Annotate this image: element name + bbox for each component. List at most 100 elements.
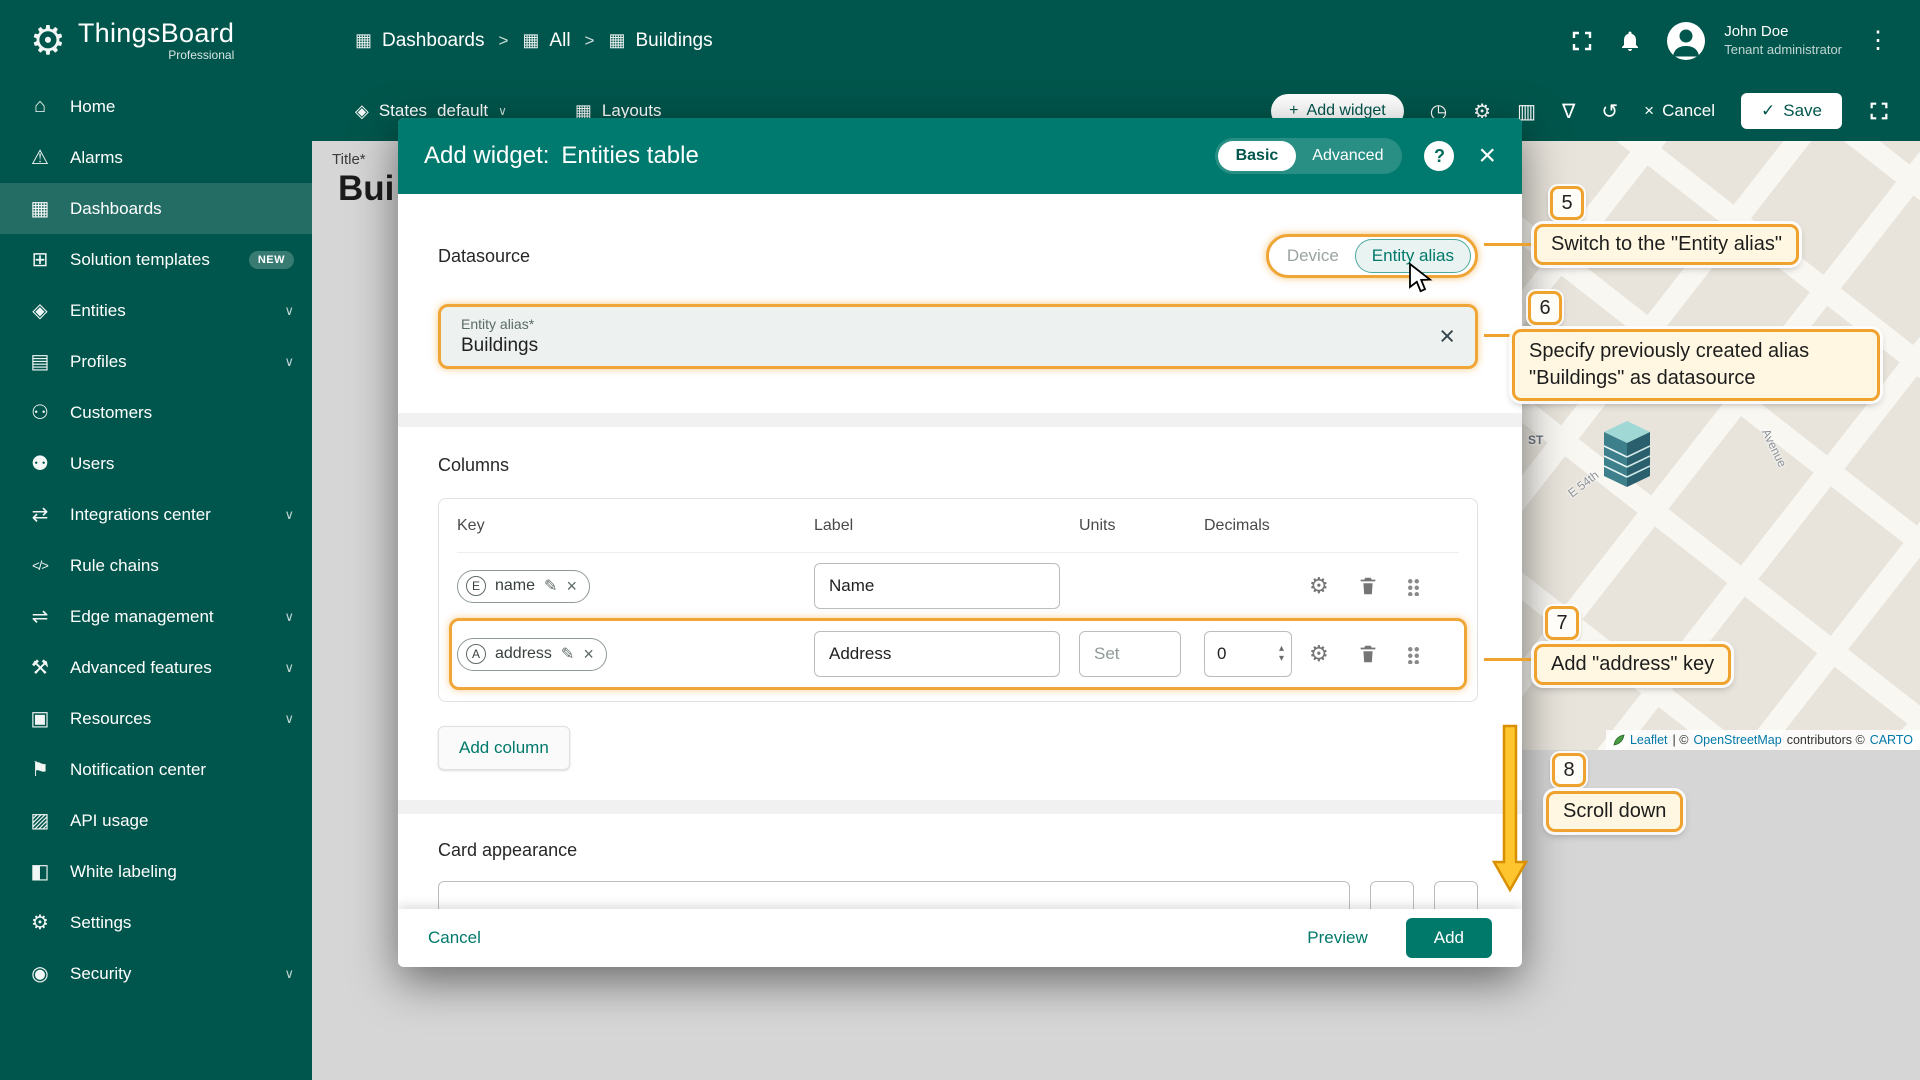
attribution-text: contributors © <box>1786 733 1865 747</box>
sidebar-item-home[interactable]: ⌂ Home <box>0 81 312 132</box>
chevron-down-icon: ∨ <box>284 608 294 624</box>
attribute-type-icon: A <box>466 644 486 664</box>
street-label: ST <box>1528 433 1544 447</box>
units-input[interactable] <box>1079 631 1181 677</box>
spinner-down-icon[interactable]: ▾ <box>1279 654 1284 664</box>
filters-button[interactable]: ∇ <box>1562 99 1575 124</box>
dialog-cancel-button[interactable]: Cancel <box>428 928 481 948</box>
leaflet-link[interactable]: Leaflet <box>1630 733 1668 747</box>
sidebar-item-label: Solution templates <box>70 249 210 269</box>
breadcrumb-buildings[interactable]: ▦ Buildings <box>608 30 712 52</box>
edit-pencil-icon[interactable]: ✎ <box>544 576 557 596</box>
delete-column-button[interactable] <box>1357 575 1379 597</box>
remove-key-icon[interactable]: × <box>566 576 577 597</box>
sidebar-item-white-labeling[interactable]: ◧ White labeling <box>0 846 312 897</box>
attribution-text: | © <box>1672 733 1689 747</box>
edit-pencil-icon[interactable]: ✎ <box>561 644 574 664</box>
cancel-edit-button[interactable]: × Cancel <box>1644 101 1715 121</box>
sidebar-item-integrations-center[interactable]: ⇄ Integrations center ∨ <box>0 489 312 540</box>
osm-link[interactable]: OpenStreetMap <box>1693 733 1781 747</box>
key-chip-name[interactable]: E name ✎ × <box>457 569 590 603</box>
label-input[interactable] <box>814 563 1060 609</box>
trash-icon <box>1360 645 1376 663</box>
column-header-label: Label <box>814 516 854 534</box>
delete-column-button[interactable] <box>1357 643 1379 665</box>
leaflet-logo-icon <box>1613 734 1625 746</box>
user-avatar[interactable] <box>1666 21 1706 61</box>
label-input[interactable] <box>814 631 1060 677</box>
dashboards-icon: ▦ <box>30 198 50 220</box>
device-toggle-button[interactable]: Device <box>1273 240 1353 272</box>
remove-key-icon[interactable]: × <box>583 644 594 665</box>
carto-link[interactable]: CARTO <box>1870 733 1913 747</box>
column-settings-button[interactable]: ⚙ <box>1309 573 1329 599</box>
users-icon: ⚉ <box>31 453 49 475</box>
home-icon: ⌂ <box>33 95 47 117</box>
notifications-button[interactable] <box>1618 29 1642 53</box>
help-button[interactable]: ? <box>1424 141 1455 171</box>
save-dashboard-button[interactable]: ✓ Save <box>1741 93 1842 129</box>
preview-button[interactable]: Preview <box>1307 928 1367 948</box>
annotation-badge-7: 7 <box>1545 606 1579 640</box>
white-labeling-icon: ◧ <box>30 861 50 883</box>
app-logo[interactable]: ⚙ ThingsBoard Professional <box>0 0 312 81</box>
integrations-icon: ⇄ <box>31 504 49 526</box>
top-header: ▦ Dashboards > ▦ All > ▦ Buildings John … <box>312 0 1920 81</box>
add-column-button[interactable]: Add column <box>438 726 570 770</box>
key-chip-address[interactable]: A address ✎ × <box>457 637 607 671</box>
sidebar-item-users[interactable]: ⚉ Users <box>0 438 312 489</box>
clear-alias-button[interactable]: × <box>1439 323 1455 350</box>
entity-alias-field[interactable]: Entity alias* Buildings × <box>438 304 1478 369</box>
sidebar-item-customers[interactable]: ⚇ Customers <box>0 387 312 438</box>
sidebar-item-label: Customers <box>70 402 153 422</box>
sidebar-item-rule-chains[interactable]: </> Rule chains <box>0 540 312 591</box>
fullscreen-button[interactable] <box>1570 29 1594 53</box>
version-history-button[interactable]: ↺ <box>1601 99 1618 124</box>
sidebar-item-resources[interactable]: ▣ Resources ∨ <box>0 693 312 744</box>
card-appearance-heading: Card appearance <box>438 840 578 860</box>
sidebar-item-entities[interactable]: ◈ Entities ∨ <box>0 285 312 336</box>
drag-handle[interactable] <box>1406 576 1420 596</box>
edge-management-icon: ⇌ <box>31 606 49 628</box>
sidebar-item-alarms[interactable]: ⚠ Alarms <box>0 132 312 183</box>
dashboard-title-input[interactable]: Bui <box>338 169 394 209</box>
advanced-mode-button[interactable]: Advanced <box>1296 141 1399 171</box>
column-header-key: Key <box>457 516 485 534</box>
drag-handle[interactable] <box>1406 644 1420 664</box>
toolbar-fullscreen-button[interactable] <box>1868 100 1890 122</box>
sidebar-item-dashboards[interactable]: ▦ Dashboards <box>0 183 312 234</box>
breadcrumb-separator: > <box>584 30 595 50</box>
sidebar-item-notification-center[interactable]: ⚑ Notification center <box>0 744 312 795</box>
column-settings-button[interactable]: ⚙ <box>1309 641 1329 667</box>
rule-chains-icon: </> <box>32 558 49 573</box>
sidebar-item-edge-management[interactable]: ⇌ Edge management ∨ <box>0 591 312 642</box>
more-menu-button[interactable]: ⋮ <box>1866 26 1890 55</box>
dialog-title: Add widget: Entities table <box>424 142 699 170</box>
annotation-badge-5: 5 <box>1550 186 1584 220</box>
avatar-icon <box>1667 21 1706 60</box>
sidebar-item-api-usage[interactable]: ▨ API usage <box>0 795 312 846</box>
chevron-down-icon: ∨ <box>284 353 294 369</box>
add-button[interactable]: Add <box>1405 918 1492 958</box>
sidebar-item-security[interactable]: ◉ Security ∨ <box>0 948 312 999</box>
card-color-button[interactable] <box>1434 881 1478 909</box>
decimals-stepper[interactable]: 0 ▴ ▾ <box>1204 631 1292 677</box>
breadcrumb-dashboards[interactable]: ▦ Dashboards <box>355 30 484 52</box>
table-row-name: E name ✎ × ⚙ <box>457 553 1459 619</box>
sidebar-item-profiles[interactable]: ▤ Profiles ∨ <box>0 336 312 387</box>
sidebar-item-settings[interactable]: ⚙ Settings <box>0 897 312 948</box>
basic-mode-button[interactable]: Basic <box>1217 141 1297 171</box>
sidebar-item-solution-templates[interactable]: ⊞ Solution templates NEW <box>0 234 312 285</box>
check-icon: ✓ <box>1761 101 1776 120</box>
cancel-label: Cancel <box>1662 101 1715 120</box>
building-3d-icon <box>1604 421 1650 487</box>
sidebar-item-label: Home <box>70 96 116 116</box>
sidebar-item-advanced-features[interactable]: ⚒ Advanced features ∨ <box>0 642 312 693</box>
breadcrumb-all[interactable]: ▦ All <box>522 30 570 52</box>
annotation-badge-8: 8 <box>1552 753 1586 787</box>
columns-section: Columns Key Label Units Decimals E name <box>398 427 1522 800</box>
sidebar-item-label: Profiles <box>70 351 127 371</box>
dialog-close-button[interactable]: × <box>1478 141 1496 171</box>
card-icon-button[interactable] <box>1370 881 1414 909</box>
card-title-input[interactable] <box>438 881 1350 909</box>
